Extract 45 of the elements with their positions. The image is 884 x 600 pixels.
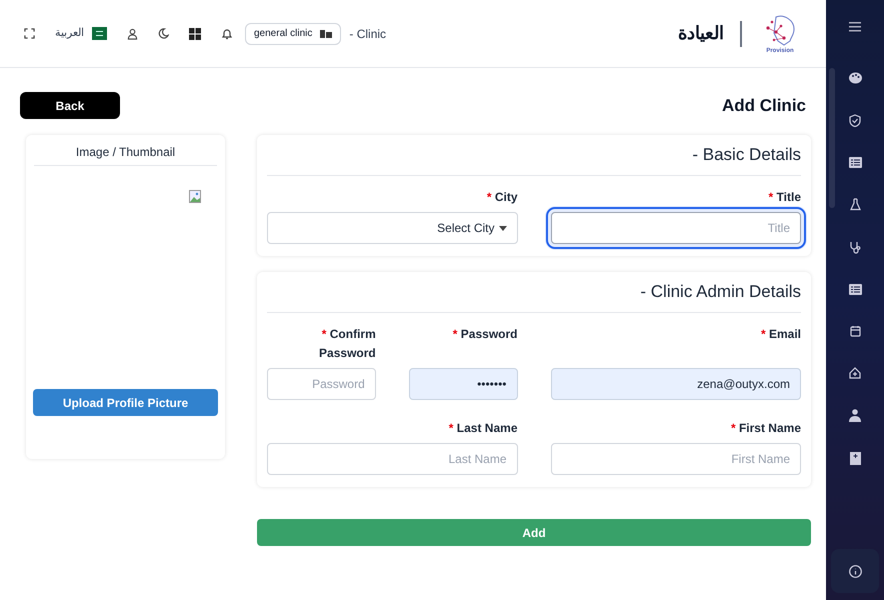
doctor-icon[interactable] (849, 409, 861, 422)
list-icon[interactable] (848, 157, 862, 168)
field-label: * Email (760, 326, 801, 343)
caret-icon (498, 226, 506, 230)
hospital-icon[interactable] (850, 452, 860, 465)
field-label: * City (486, 189, 518, 206)
field-label: * Password (452, 326, 518, 343)
page-title: Add Clinic (722, 94, 806, 117)
menu-icon[interactable] (849, 22, 861, 32)
input-field[interactable]: ••••••• (408, 368, 518, 400)
info-icon (848, 564, 862, 578)
input-field[interactable]: First Name (550, 443, 801, 475)
stethoscope-icon[interactable] (850, 241, 860, 254)
city-select[interactable]: Select City (267, 212, 518, 244)
building-icon (320, 29, 332, 38)
info-button[interactable] (831, 549, 879, 593)
list-icon[interactable] (848, 284, 862, 295)
input-field[interactable]: zena@outyx.com (550, 368, 801, 400)
field-label: * Title (768, 189, 801, 206)
card-title: Image / Thumbnail (34, 143, 217, 166)
fullscreen-icon[interactable] (24, 28, 35, 39)
broken-image-icon (189, 190, 201, 203)
shield-icon[interactable] (849, 114, 861, 127)
clinic-selector[interactable]: general clinic (245, 22, 342, 44)
field-label: * First Name (730, 420, 801, 437)
input-field[interactable]: Last Name (267, 443, 518, 475)
moon-icon[interactable] (158, 28, 169, 39)
calendar-icon[interactable] (850, 325, 860, 337)
clinic-name: العيادة (678, 22, 724, 45)
user-icon[interactable] (127, 28, 138, 40)
palette-icon[interactable] (848, 72, 862, 84)
page-label: - Clinic (349, 26, 386, 42)
field-label: * Confirm Password (318, 326, 376, 362)
section-title: - Clinic Admin Details (640, 281, 801, 304)
language-link[interactable]: العربية (55, 25, 84, 42)
section-title: - Basic Details (692, 144, 801, 166)
grid-icon[interactable] (189, 28, 201, 40)
upload-button[interactable]: Upload Profile Picture (33, 389, 218, 416)
back-button[interactable]: Back (20, 92, 120, 119)
house-icon[interactable] (849, 367, 861, 379)
bell-icon[interactable] (221, 28, 233, 40)
field-label: * Last Name (448, 420, 518, 437)
input-field[interactable]: Password (267, 368, 376, 400)
flask-icon[interactable] (850, 198, 860, 211)
flag-icon (92, 27, 107, 40)
